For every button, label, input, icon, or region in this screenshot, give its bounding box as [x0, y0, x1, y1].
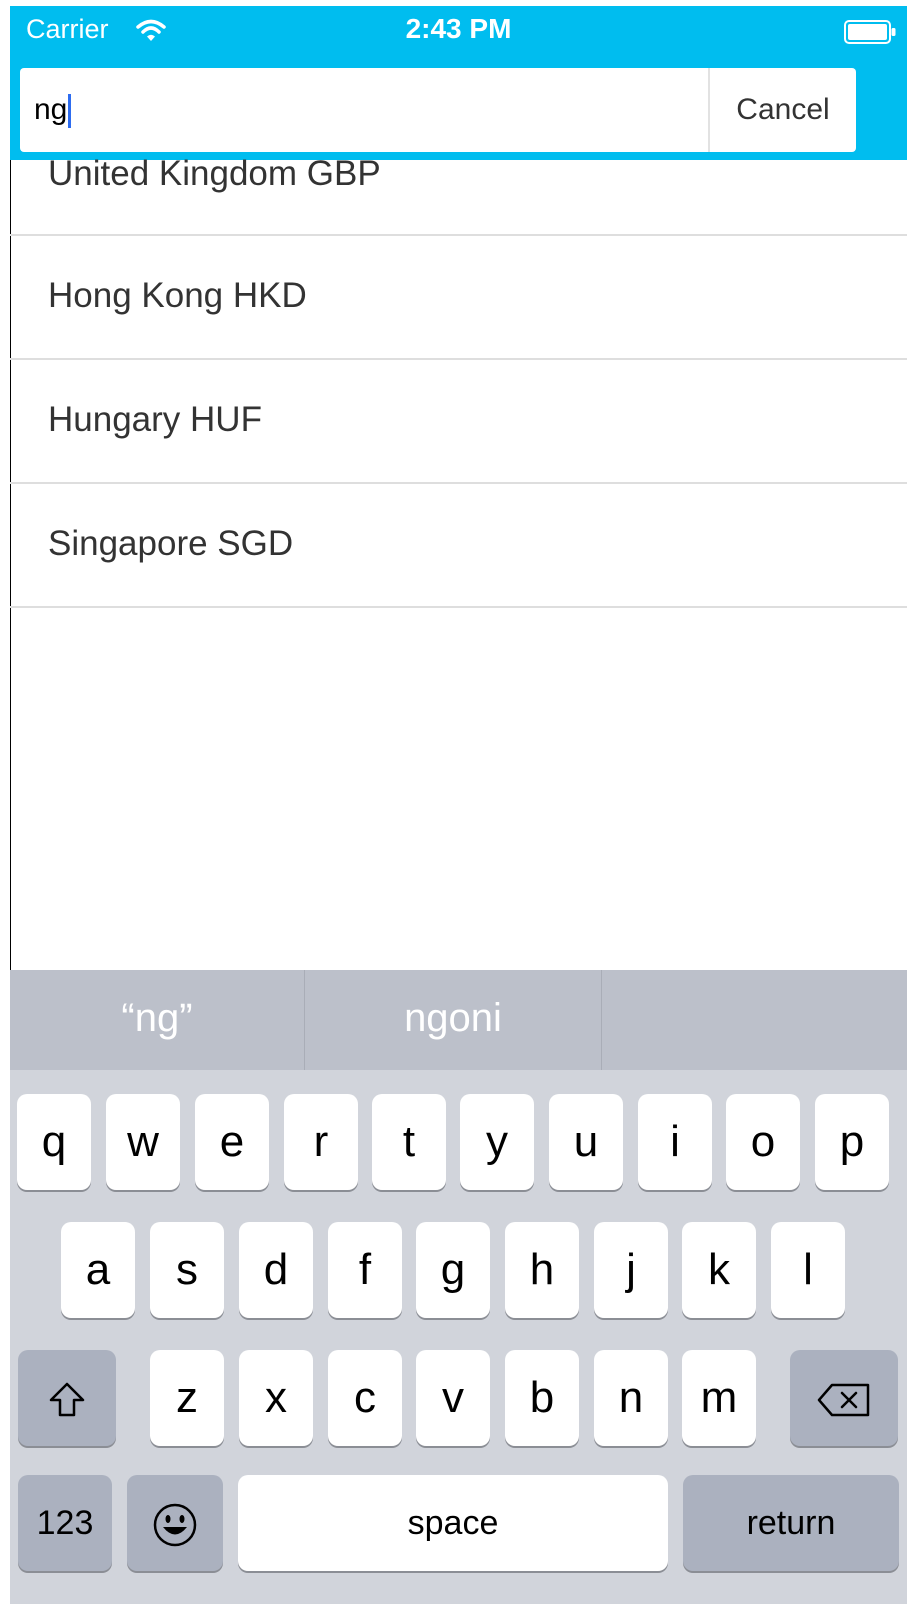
key-p[interactable]: p — [815, 1094, 889, 1190]
key-s[interactable]: s — [150, 1222, 224, 1318]
key-b[interactable]: b — [505, 1350, 579, 1446]
backspace-icon — [817, 1384, 870, 1417]
return-key[interactable]: return — [683, 1475, 899, 1571]
space-key[interactable]: space — [238, 1475, 668, 1571]
left-edge — [0, 0, 10, 1604]
cancel-button[interactable]: Cancel — [708, 68, 856, 152]
suggestion-literal[interactable]: “ng” — [10, 970, 304, 1070]
search-value: ng — [34, 93, 68, 126]
list-item-label: Singapore SGD — [48, 524, 294, 563]
shift-key[interactable] — [18, 1350, 116, 1446]
list-item[interactable]: Hungary HUF — [10, 360, 907, 484]
search-input[interactable]: ng — [20, 68, 708, 152]
battery-icon — [844, 20, 896, 44]
key-a[interactable]: a — [61, 1222, 135, 1318]
key-n[interactable]: n — [594, 1350, 668, 1446]
key-d[interactable]: d — [239, 1222, 313, 1318]
shift-icon — [49, 1383, 85, 1417]
key-l[interactable]: l — [771, 1222, 845, 1318]
key-k[interactable]: k — [682, 1222, 756, 1318]
list-item[interactable]: United Kingdom GBP — [10, 154, 907, 236]
status-time: 2:43 PM — [405, 13, 512, 44]
predictive-bar: “ng” ngoni — [10, 970, 907, 1070]
key-z[interactable]: z — [150, 1350, 224, 1446]
key-f[interactable]: f — [328, 1222, 402, 1318]
suggestion-empty[interactable] — [602, 970, 907, 1070]
list-item[interactable]: Singapore SGD — [10, 484, 907, 608]
keyboard: “ng” ngoni q w e r t y u i o p a s d f g… — [10, 970, 907, 1604]
results-list: United Kingdom GBP Hong Kong HKD Hungary… — [10, 154, 907, 608]
suggestion-word[interactable]: ngoni — [305, 970, 601, 1070]
list-item-label: Hungary HUF — [48, 400, 262, 439]
key-i[interactable]: i — [638, 1094, 712, 1190]
key-q[interactable]: q — [17, 1094, 91, 1190]
key-c[interactable]: c — [328, 1350, 402, 1446]
key-r[interactable]: r — [284, 1094, 358, 1190]
list-item-label: Hong Kong HKD — [48, 276, 307, 315]
key-t[interactable]: t — [372, 1094, 446, 1190]
key-j[interactable]: j — [594, 1222, 668, 1318]
key-x[interactable]: x — [239, 1350, 313, 1446]
key-u[interactable]: u — [549, 1094, 623, 1190]
key-g[interactable]: g — [416, 1222, 490, 1318]
key-h[interactable]: h — [505, 1222, 579, 1318]
key-e[interactable]: e — [195, 1094, 269, 1190]
search-bar: ng Cancel — [20, 68, 856, 152]
search-header: Carrier 2:43 PM ng Cancel — [10, 6, 907, 160]
numbers-key[interactable]: 123 — [18, 1475, 112, 1571]
status-bar: Carrier 2:43 PM — [10, 6, 907, 54]
key-w[interactable]: w — [106, 1094, 180, 1190]
text-caret — [68, 94, 72, 129]
emoji-key[interactable] — [127, 1475, 223, 1571]
delete-key[interactable] — [790, 1350, 898, 1446]
key-m[interactable]: m — [682, 1350, 756, 1446]
key-y[interactable]: y — [460, 1094, 534, 1190]
emoji-icon — [153, 1504, 197, 1547]
list-item[interactable]: Hong Kong HKD — [10, 236, 907, 360]
list-item-label: United Kingdom GBP — [48, 154, 381, 193]
key-v[interactable]: v — [416, 1350, 490, 1446]
key-o[interactable]: o — [726, 1094, 800, 1190]
